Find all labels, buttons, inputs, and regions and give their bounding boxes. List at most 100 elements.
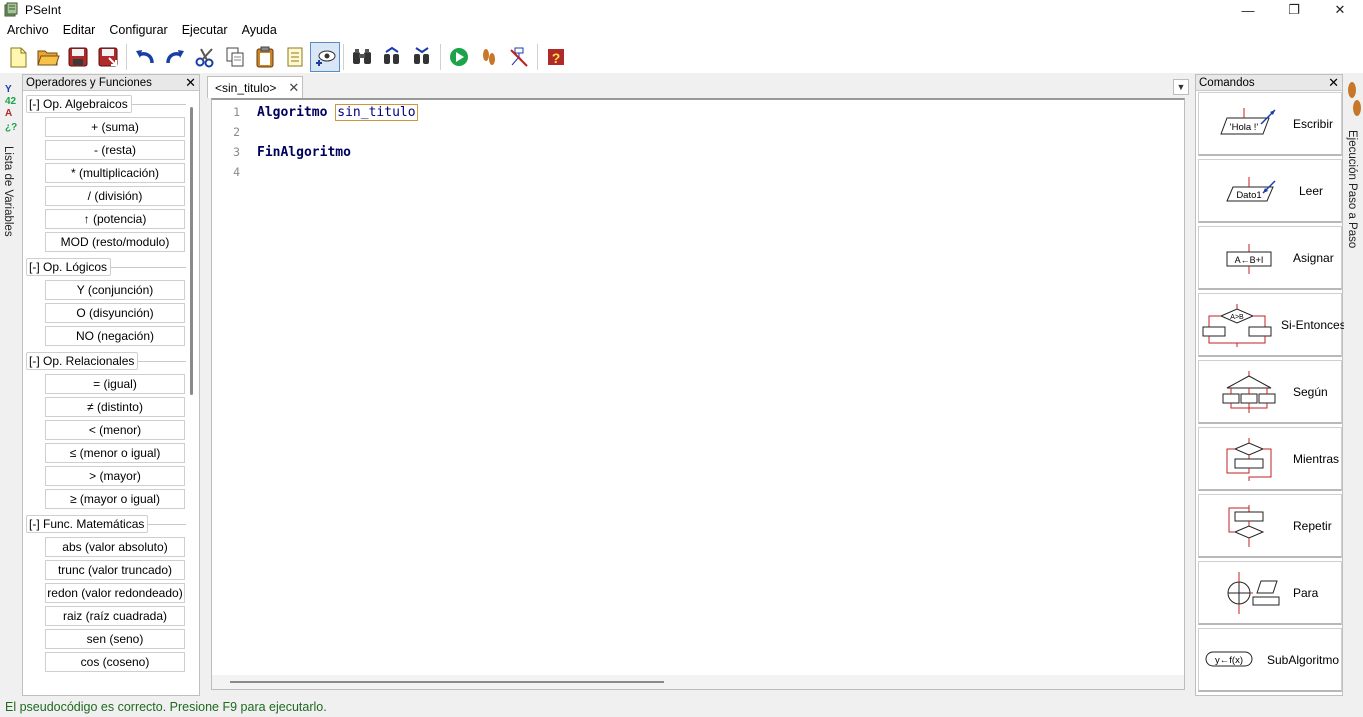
close-window-button[interactable]: ✕ — [1317, 0, 1363, 20]
for-icon — [1227, 571, 1280, 614]
line-number: 2 — [233, 125, 240, 139]
toolbar-separator — [126, 43, 127, 70]
list-icon — [287, 47, 303, 66]
minimize-button[interactable]: — — [1225, 0, 1271, 20]
new-file-button[interactable] — [3, 42, 33, 72]
fn-menor-button[interactable]: < (menor) — [45, 420, 185, 440]
fn-raiz-button[interactable]: raiz (raíz cuadrada) — [45, 606, 185, 626]
commands-panel-header: Comandos ✕ — [1196, 75, 1342, 91]
search-next-button[interactable] — [407, 42, 437, 72]
close-operators-panel-button[interactable]: ✕ — [185, 75, 196, 91]
status-bar: El pseudocódigo es correcto. Presione F9… — [0, 697, 1363, 717]
svg-text:42: 42 — [5, 96, 17, 107]
svg-text:A: A — [5, 108, 12, 119]
fn-conjuncion-button[interactable]: Y (conjunción) — [45, 280, 185, 300]
save-as-button[interactable] — [93, 42, 123, 72]
subalgorithm-glyph: y←f(x) — [1215, 655, 1243, 666]
footprints-icon — [1348, 82, 1361, 116]
menu-archivo[interactable]: Archivo — [0, 20, 56, 40]
fn-potencia-button[interactable]: ↑ (potencia) — [45, 209, 185, 229]
copy-button[interactable] — [220, 42, 250, 72]
maximize-button[interactable]: ❐ — [1271, 0, 1317, 20]
menu-ejecutar[interactable]: Ejecutar — [175, 20, 235, 40]
group-func-matematicas[interactable]: [-] Func. Matemáticas — [23, 512, 190, 535]
close-commands-panel-button[interactable]: ✕ — [1328, 75, 1339, 91]
save-as-icon — [98, 47, 118, 66]
fn-resta-button[interactable]: - (resta) — [45, 140, 185, 160]
switch-icon — [1222, 370, 1276, 413]
tab-list-dropdown[interactable]: ▼ — [1173, 79, 1189, 95]
fn-division-button[interactable]: / (división) — [45, 186, 185, 206]
fn-mod-button[interactable]: MOD (resto/modulo) — [45, 232, 185, 252]
fn-disyuncion-button[interactable]: O (disyunción) — [45, 303, 185, 323]
close-tab-icon[interactable]: ✕ — [288, 80, 299, 96]
play-icon — [450, 47, 468, 66]
search-button[interactable] — [347, 42, 377, 72]
fn-trunc-button[interactable]: trunc (valor truncado) — [45, 560, 185, 580]
step-execution-side-tab[interactable]: Ejecución Paso a Paso — [1344, 74, 1363, 696]
cmd-para-label: Para — [1293, 585, 1319, 600]
open-folder-icon — [37, 50, 60, 65]
menu-configurar[interactable]: Configurar — [102, 20, 174, 40]
search-previous-button[interactable] — [377, 42, 407, 72]
fn-igual-button[interactable]: = (igual) — [45, 374, 185, 394]
cmd-mientras-button[interactable]: Mientras — [1198, 427, 1342, 491]
fn-cos-button[interactable]: cos (coseno) — [45, 652, 185, 672]
fn-mayor-igual-button[interactable]: ≥ (mayor o igual) — [45, 489, 185, 509]
fn-negacion-button[interactable]: NO (negación) — [45, 326, 185, 346]
tab-sin-titulo[interactable]: <sin_titulo> ✕ — [207, 76, 303, 98]
assign-icon: A←B+I — [1226, 243, 1272, 274]
tab-label: <sin_titulo> — [215, 80, 277, 95]
group-op-relacionales[interactable]: [-] Op. Relacionales — [23, 349, 190, 372]
cut-button[interactable] — [190, 42, 220, 72]
toolbar: ? — [0, 40, 1363, 73]
editor-scroll-thumb[interactable] — [230, 681, 664, 683]
cmd-leer-button[interactable]: Dato1 Leer — [1198, 159, 1342, 223]
operators-panel-header: Operadores y Funciones ✕ — [23, 75, 199, 91]
fn-menor-igual-button[interactable]: ≤ (menor o igual) — [45, 443, 185, 463]
variables-side-tab[interactable]: Y 42 A ¿? Lista de Variables — [0, 74, 21, 696]
algorithm-name[interactable]: sin_titulo — [335, 103, 418, 121]
help-button[interactable]: ? — [541, 42, 571, 72]
cmd-escribir-label: Escribir — [1293, 116, 1334, 131]
fn-suma-button[interactable]: + (suma) — [45, 117, 185, 137]
cmd-escribir-button[interactable]: 'Hola !' Escribir — [1198, 92, 1342, 156]
step-by-step-button[interactable] — [474, 42, 504, 72]
undo-button[interactable] — [130, 42, 160, 72]
cmd-asignar-button[interactable]: A←B+I Asignar — [1198, 226, 1342, 290]
group-op-logicos[interactable]: [-] Op. Lógicos — [23, 255, 190, 278]
svg-text:Y: Y — [5, 84, 12, 95]
menu-ayuda[interactable]: Ayuda — [235, 20, 284, 40]
indent-button[interactable] — [280, 42, 310, 72]
cmd-repetir-label: Repetir — [1293, 518, 1332, 533]
window-title: PSeInt — [25, 3, 62, 17]
menu-editar[interactable]: Editar — [56, 20, 103, 40]
repeat-icon — [1228, 504, 1265, 547]
copy-icon — [226, 47, 244, 66]
operators-scrollbar[interactable] — [190, 107, 193, 395]
cmd-repetir-button[interactable]: Repetir — [1198, 494, 1342, 558]
cmd-para-button[interactable]: Para — [1198, 561, 1342, 625]
cmd-mientras-label: Mientras — [1293, 451, 1340, 466]
cmd-segun-button[interactable]: Según — [1198, 360, 1342, 424]
run-button[interactable] — [444, 42, 474, 72]
fn-multiplicacion-button[interactable]: * (multiplicación) — [45, 163, 185, 183]
open-file-button[interactable] — [33, 42, 63, 72]
code-editor[interactable]: 1 Algoritmo sin_titulo 2 3 FinAlgoritmo … — [211, 98, 1185, 690]
fn-sen-button[interactable]: sen (seno) — [45, 629, 185, 649]
fn-distinto-button[interactable]: ≠ (distinto) — [45, 397, 185, 417]
flowchart-button[interactable] — [504, 42, 534, 72]
highlight-toggle-button[interactable] — [310, 41, 340, 72]
group-op-algebraicos[interactable]: [-] Op. Algebraicos — [23, 92, 190, 115]
editor-horizontal-scrollbar[interactable] — [212, 675, 1184, 689]
fn-redon-button[interactable]: redon (valor redondeado) — [45, 583, 185, 603]
redo-button[interactable] — [160, 42, 190, 72]
cmd-si-entonces-button[interactable]: A>B Si-Entonces — [1198, 293, 1346, 357]
fn-mayor-button[interactable]: > (mayor) — [45, 466, 185, 486]
while-icon — [1226, 437, 1272, 481]
paste-button[interactable] — [250, 42, 280, 72]
operators-panel-title: Operadores y Funciones — [26, 76, 152, 89]
cmd-subalgoritmo-button[interactable]: y←f(x) SubAlgoritmo — [1198, 628, 1342, 692]
fn-abs-button[interactable]: abs (valor absoluto) — [45, 537, 185, 557]
save-button[interactable] — [63, 42, 93, 72]
